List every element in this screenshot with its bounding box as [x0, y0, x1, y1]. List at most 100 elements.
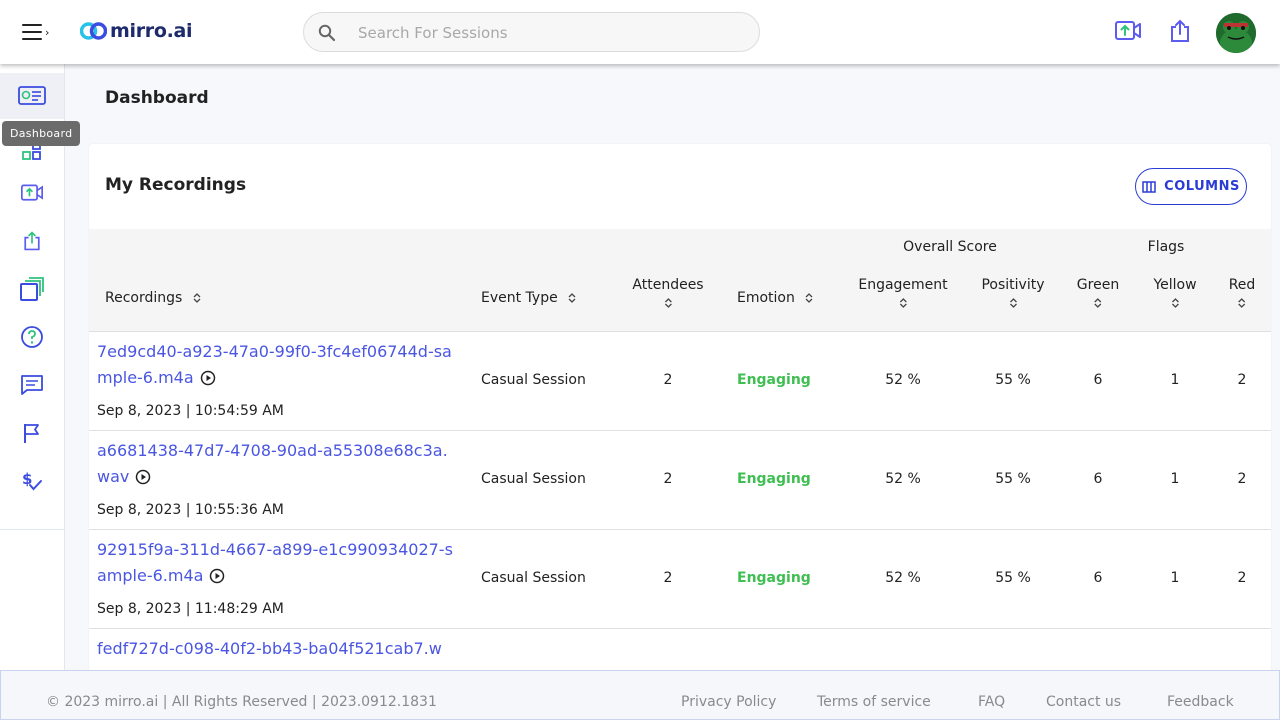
play-icon[interactable] [209, 568, 225, 584]
footer-link-privacy-policy[interactable]: Privacy Policy [681, 694, 776, 710]
chevron-right-icon: › [45, 25, 50, 39]
column-label: Red [1228, 277, 1256, 293]
menu-toggle-button[interactable]: › [22, 22, 56, 42]
column-header-positivity[interactable]: Positivity [981, 277, 1045, 309]
column-header-red[interactable]: Red [1228, 277, 1256, 309]
green-flags-cell: 6 [1093, 471, 1103, 487]
sidebar-item-billing[interactable]: $ [0, 458, 64, 504]
column-header-emotion[interactable]: Emotion [737, 290, 813, 306]
engagement-cell: 52 % [885, 570, 921, 586]
dollar-check-icon: $ [22, 470, 42, 491]
sort-icon [805, 293, 813, 303]
recording-link[interactable]: 92915f9a-311d-4667-a899-e1c990934027-sam… [97, 537, 459, 589]
mirro-logo-icon [80, 22, 107, 40]
sort-icon [1009, 298, 1017, 308]
share-icon [1171, 19, 1189, 42]
green-flags-cell: 6 [1093, 372, 1103, 388]
sidebar-item-help[interactable] [0, 314, 64, 360]
upload-video-icon [1115, 21, 1141, 40]
column-label: Attendees [632, 277, 704, 293]
engagement-cell: 52 % [885, 471, 921, 487]
sort-icon [1171, 298, 1179, 308]
recording-link[interactable]: 7ed9cd40-a923-47a0-99f0-3fc4ef06744d-sam… [97, 339, 459, 391]
sort-icon [193, 293, 201, 303]
sidebar-tooltip: Dashboard [2, 121, 81, 146]
column-header-engagement[interactable]: Engagement [858, 277, 948, 309]
table-row[interactable]: a6681438-47d7-4708-90ad-a55308e68c3a.wav… [89, 431, 1271, 530]
column-label: Green [1076, 277, 1120, 293]
chat-icon [21, 375, 43, 395]
logo[interactable]: mirro.ai [80, 20, 193, 42]
emotion-cell: Engaging [737, 471, 811, 487]
event-type-cell: Casual Session [481, 570, 586, 586]
columns-icon [1142, 180, 1156, 193]
column-header-attendees[interactable]: Attendees [632, 277, 704, 309]
dashboard-icon [18, 86, 46, 105]
share-button[interactable] [1170, 18, 1190, 48]
footer-link-feedback[interactable]: Feedback [1167, 694, 1234, 710]
recording-name: fedf727d-c098-40f2-bb43-ba04f521cab7.w [97, 639, 442, 658]
table-header: Overall Score Flags Recordings Event Typ… [89, 229, 1271, 332]
engagement-cell: 52 % [885, 372, 921, 388]
logo-text: mirro.ai [110, 20, 193, 42]
footer: © 2023 mirro.ai | All Rights Reserved | … [0, 670, 1280, 720]
column-header-recordings[interactable]: Recordings [105, 290, 201, 306]
red-flags-cell: 2 [1237, 570, 1247, 586]
search-input[interactable] [358, 20, 738, 46]
help-icon [21, 326, 43, 348]
table-row[interactable]: 7ed9cd40-a923-47a0-99f0-3fc4ef06744d-sam… [89, 332, 1271, 431]
play-icon[interactable] [200, 370, 216, 386]
group-header-flags: Flags [1147, 239, 1185, 255]
user-avatar[interactable] [1216, 13, 1256, 53]
column-label: Positivity [981, 277, 1045, 293]
column-label: Event Type [481, 290, 558, 306]
columns-button[interactable]: COLUMNS [1135, 168, 1247, 205]
column-header-yellow[interactable]: Yellow [1153, 277, 1197, 309]
recording-name: 7ed9cd40-a923-47a0-99f0-3fc4ef06744d-sam… [97, 342, 452, 387]
attendees-cell: 2 [663, 570, 673, 586]
column-label: Emotion [737, 290, 795, 306]
search-icon [318, 24, 336, 42]
top-bar: › mirro.ai [0, 0, 1280, 64]
sidebar-item-upload[interactable] [0, 170, 64, 216]
sidebar-item-share[interactable] [0, 218, 64, 264]
upload-recording-button[interactable] [1114, 18, 1142, 48]
footer-link-terms-of-service[interactable]: Terms of service [817, 694, 931, 710]
sort-icon [568, 293, 576, 303]
emotion-cell: Engaging [737, 570, 811, 586]
recording-date: Sep 8, 2023 | 11:48:29 AM [97, 601, 284, 617]
recordings-card: My Recordings COLUMNS Overall Score Flag… [89, 144, 1271, 720]
footer-link-faq[interactable]: FAQ [978, 694, 1005, 710]
card-title: My Recordings [105, 175, 247, 195]
positivity-cell: 55 % [995, 570, 1031, 586]
yellow-flags-cell: 1 [1170, 570, 1180, 586]
footer-link-contact-us[interactable]: Contact us [1046, 694, 1121, 710]
event-type-cell: Casual Session [481, 471, 586, 487]
upload-video-icon [21, 184, 43, 201]
search-box [303, 12, 760, 52]
attendees-cell: 2 [663, 471, 673, 487]
recording-date: Sep 8, 2023 | 10:55:36 AM [97, 502, 284, 518]
table-row[interactable]: 92915f9a-311d-4667-a899-e1c990934027-sam… [89, 530, 1271, 629]
sidebar-item-feedback[interactable] [0, 362, 64, 408]
play-icon[interactable] [135, 469, 151, 485]
column-label: Recordings [105, 290, 183, 306]
sidebar-item-dashboard[interactable] [0, 73, 64, 119]
column-label: Engagement [858, 277, 948, 293]
recording-link[interactable]: a6681438-47d7-4708-90ad-a55308e68c3a.wav [97, 438, 459, 490]
hamburger-icon [22, 24, 42, 40]
sidebar-item-library[interactable] [0, 266, 64, 312]
copyright-text: © 2023 mirro.ai | All Rights Reserved | … [46, 694, 437, 710]
column-header-green[interactable]: Green [1077, 277, 1119, 309]
sidebar-item-flags[interactable] [0, 410, 64, 456]
recording-link[interactable]: fedf727d-c098-40f2-bb43-ba04f521cab7.w [97, 636, 459, 662]
sort-icon [664, 298, 672, 308]
sort-icon [1238, 298, 1246, 308]
column-header-event-type[interactable]: Event Type [481, 290, 576, 306]
yellow-flags-cell: 1 [1170, 372, 1180, 388]
columns-button-label: COLUMNS [1164, 179, 1240, 194]
sort-icon [1094, 298, 1102, 308]
share-icon [24, 231, 40, 251]
red-flags-cell: 2 [1237, 471, 1247, 487]
avatar-image [1216, 13, 1256, 53]
